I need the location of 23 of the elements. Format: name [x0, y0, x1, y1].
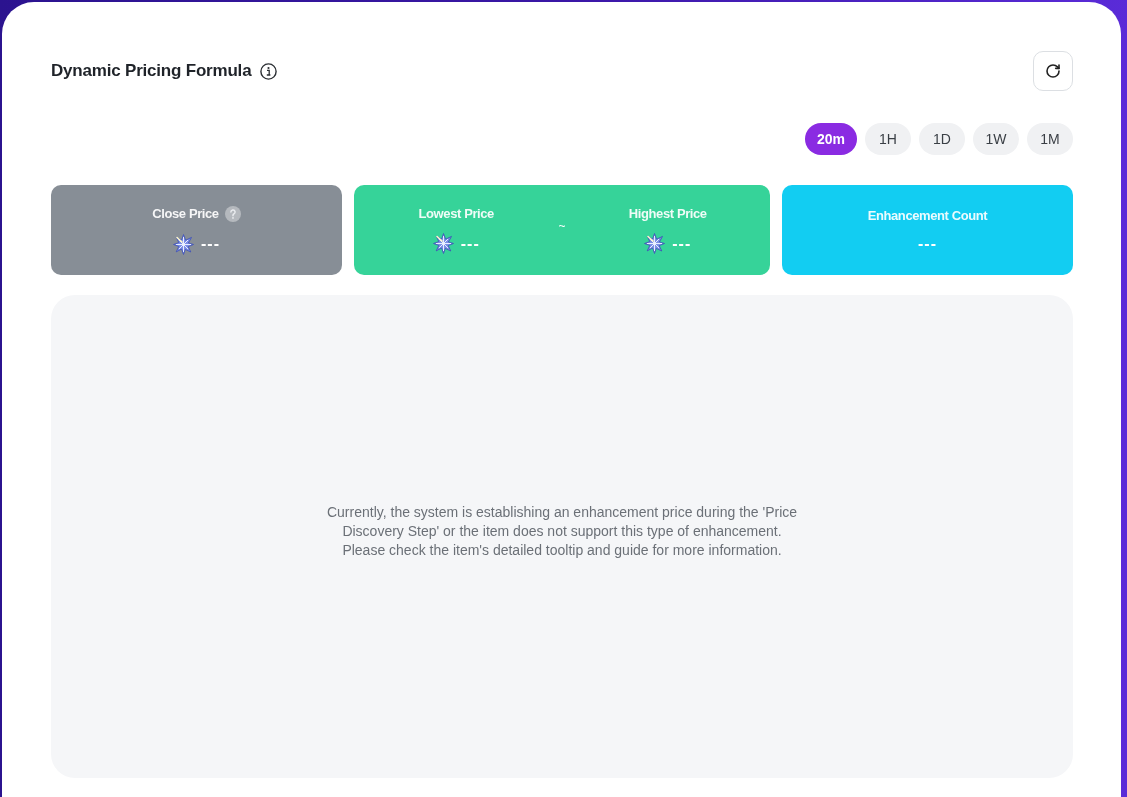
interval-tab[interactable]: 1D	[919, 123, 965, 155]
refresh-icon	[1045, 63, 1061, 79]
stat-label: Highest Price	[628, 206, 707, 221]
empty-state-message: Currently, the system is establishing an enhancement price during the 'Price Discovery Step' or the item does not support this type of enhancement. Please check the item's detailed tooltip and guide for more information.	[325, 503, 799, 560]
stat-value: ---	[201, 235, 220, 253]
interval-tab[interactable]: 1M	[1027, 123, 1073, 155]
interval-tab[interactable]: 1W	[973, 123, 1019, 155]
stat-value: ---	[672, 234, 692, 253]
help-icon[interactable]	[224, 205, 241, 222]
star-icon	[173, 233, 194, 255]
page-title: Dynamic Pricing Formula	[51, 61, 252, 81]
stat-label: Close Price	[152, 206, 219, 221]
stat-value: ---	[460, 234, 480, 253]
range-separator: ~	[558, 219, 566, 233]
stat-label: Lowest Price	[418, 206, 494, 221]
interval-tab[interactable]: 1H	[865, 123, 911, 155]
refresh-button[interactable]	[1033, 51, 1073, 91]
star-icon	[432, 233, 454, 254]
interval-tab[interactable]: 20m	[804, 123, 857, 155]
star-icon	[644, 233, 666, 254]
info-icon[interactable]	[260, 62, 278, 80]
stat-label: Enhancement Count	[867, 207, 988, 223]
stat-value: ---	[918, 234, 937, 253]
